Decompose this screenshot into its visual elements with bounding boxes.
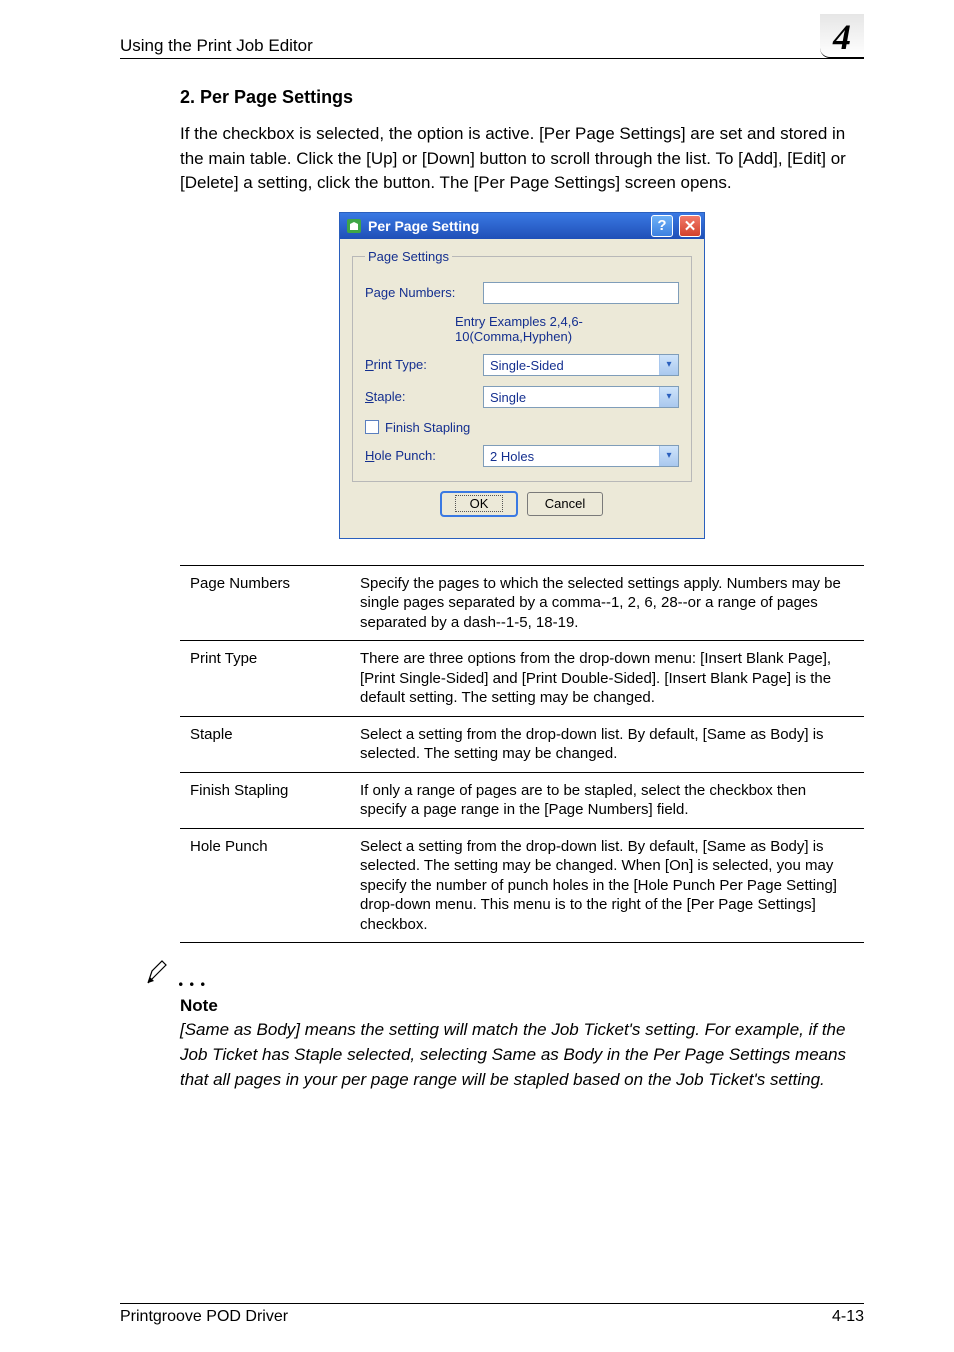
table-desc: Select a setting from the drop-down list… [350, 716, 864, 772]
print-type-label: Print Type: [365, 357, 483, 372]
table-desc: If only a range of pages are to be stapl… [350, 772, 864, 828]
page-settings-legend: Page Settings [365, 249, 452, 264]
table-key: Print Type [180, 641, 350, 717]
table-key: Staple [180, 716, 350, 772]
pen-icon [144, 959, 172, 992]
note-marker: . . . [144, 959, 864, 992]
note-heading: Note [180, 996, 864, 1016]
chapter-number-badge: 4 [820, 14, 864, 58]
page-numbers-input[interactable] [483, 282, 679, 304]
cancel-button[interactable]: Cancel [527, 492, 603, 516]
section-heading: 2. Per Page Settings [180, 87, 864, 108]
table-row: Hole Punch Select a setting from the dro… [180, 828, 864, 943]
note-body: [Same as Body] means the setting will ma… [180, 1018, 864, 1092]
print-type-value: Single-Sided [484, 355, 659, 375]
table-desc: Select a setting from the drop-down list… [350, 828, 864, 943]
help-button[interactable]: ? [651, 215, 673, 237]
help-icon: ? [657, 217, 666, 234]
finish-stapling-label: Finish Stapling [385, 420, 470, 435]
staple-combo[interactable]: Single ▾ [483, 386, 679, 408]
dialog-app-icon [346, 218, 362, 234]
footer-product: Printgroove POD Driver [120, 1308, 288, 1326]
table-desc: Specify the pages to which the selected … [350, 565, 864, 641]
dialog-title: Per Page Setting [368, 218, 645, 234]
table-row: Staple Select a setting from the drop-do… [180, 716, 864, 772]
hole-punch-value: 2 Holes [484, 446, 659, 466]
table-key: Hole Punch [180, 828, 350, 943]
chevron-down-icon: ▾ [659, 387, 678, 407]
header-section-title: Using the Print Job Editor [120, 36, 313, 55]
finish-stapling-checkbox[interactable] [365, 420, 379, 434]
ok-button[interactable]: OK [441, 492, 517, 516]
hole-punch-combo[interactable]: 2 Holes ▾ [483, 445, 679, 467]
settings-table: Page Numbers Specify the pages to which … [180, 565, 864, 944]
staple-label: Staple: [365, 389, 483, 404]
note-dots: . . . [178, 966, 206, 992]
section-paragraph: If the checkbox is selected, the option … [180, 122, 864, 196]
footer-page-number: 4-13 [832, 1308, 864, 1326]
finish-stapling-row: Finish Stapling [365, 420, 679, 435]
print-type-combo[interactable]: Single-Sided ▾ [483, 354, 679, 376]
table-key: Page Numbers [180, 565, 350, 641]
chevron-down-icon: ▾ [659, 446, 678, 466]
table-key: Finish Stapling [180, 772, 350, 828]
entry-examples-text: Entry Examples 2,4,6-10(Comma,Hyphen) [455, 314, 679, 344]
page-settings-group: Page Settings Page Numbers: Entry Exampl… [352, 249, 692, 482]
close-button[interactable]: ✕ [679, 215, 701, 237]
table-desc: There are three options from the drop-do… [350, 641, 864, 717]
page-footer: Printgroove POD Driver 4-13 [120, 1303, 864, 1326]
hole-punch-label: Hole Punch: [365, 448, 483, 463]
table-row: Finish Stapling If only a range of pages… [180, 772, 864, 828]
staple-value: Single [484, 387, 659, 407]
table-row: Page Numbers Specify the pages to which … [180, 565, 864, 641]
page-header: Using the Print Job Editor 4 [120, 36, 864, 59]
dialog-titlebar: Per Page Setting ? ✕ [340, 213, 704, 239]
per-page-setting-dialog: Per Page Setting ? ✕ Page Settings Page … [339, 212, 705, 539]
page-numbers-label: Page Numbers: [365, 285, 483, 300]
chevron-down-icon: ▾ [659, 355, 678, 375]
table-row: Print Type There are three options from … [180, 641, 864, 717]
close-icon: ✕ [684, 217, 697, 235]
